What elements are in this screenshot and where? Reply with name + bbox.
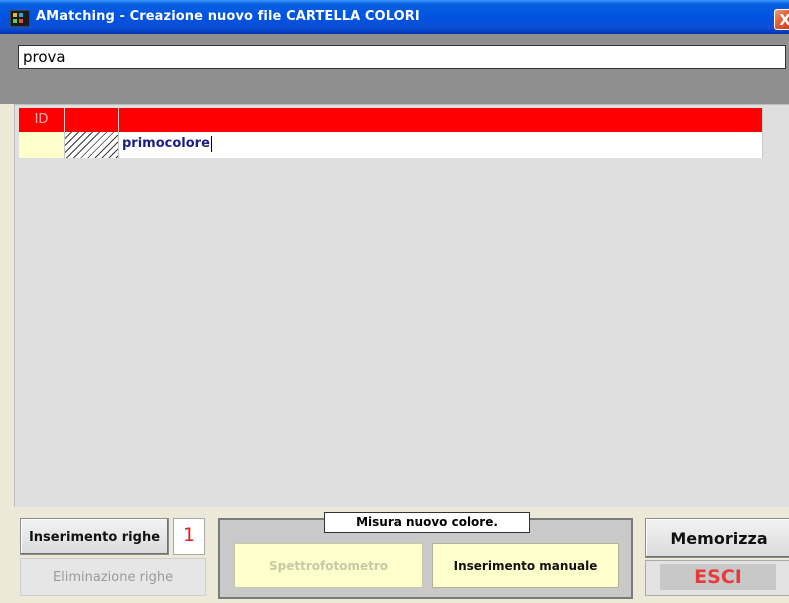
row-count-field[interactable]: 1 — [173, 518, 205, 555]
text-caret — [210, 135, 212, 152]
app-window: AMatching - Creazione nuovo file CARTELL… — [0, 0, 789, 603]
color-name-cell[interactable]: primocolore — [119, 132, 763, 158]
title-bar[interactable]: AMatching - Creazione nuovo file CARTELL… — [0, 0, 789, 34]
delete-rows-button[interactable]: Eliminazione righe — [20, 558, 206, 596]
file-name-input[interactable]: prova — [18, 45, 786, 69]
close-icon[interactable]: X — [774, 9, 789, 30]
app-icon — [10, 10, 30, 27]
measure-group-label: Misura nuovo colore. — [324, 512, 530, 533]
exit-button[interactable]: ESCI — [660, 564, 776, 590]
color-swatch[interactable] — [65, 132, 119, 158]
insert-rows-button[interactable]: Inserimento righe — [20, 518, 169, 555]
color-name-text[interactable]: primocolore — [122, 136, 210, 151]
window-title: AMatching - Creazione nuovo file CARTELL… — [36, 9, 420, 24]
header-swatch[interactable] — [65, 108, 119, 132]
save-button[interactable]: Memorizza — [645, 518, 789, 558]
manual-entry-button[interactable]: Inserimento manuale — [432, 543, 619, 588]
header-id[interactable]: ID — [19, 108, 65, 132]
header-name[interactable] — [119, 108, 763, 132]
spectrophotometer-button[interactable]: Spettrofotometro — [234, 543, 423, 588]
row-id-cell[interactable] — [19, 132, 65, 158]
color-grid-panel — [14, 104, 789, 507]
